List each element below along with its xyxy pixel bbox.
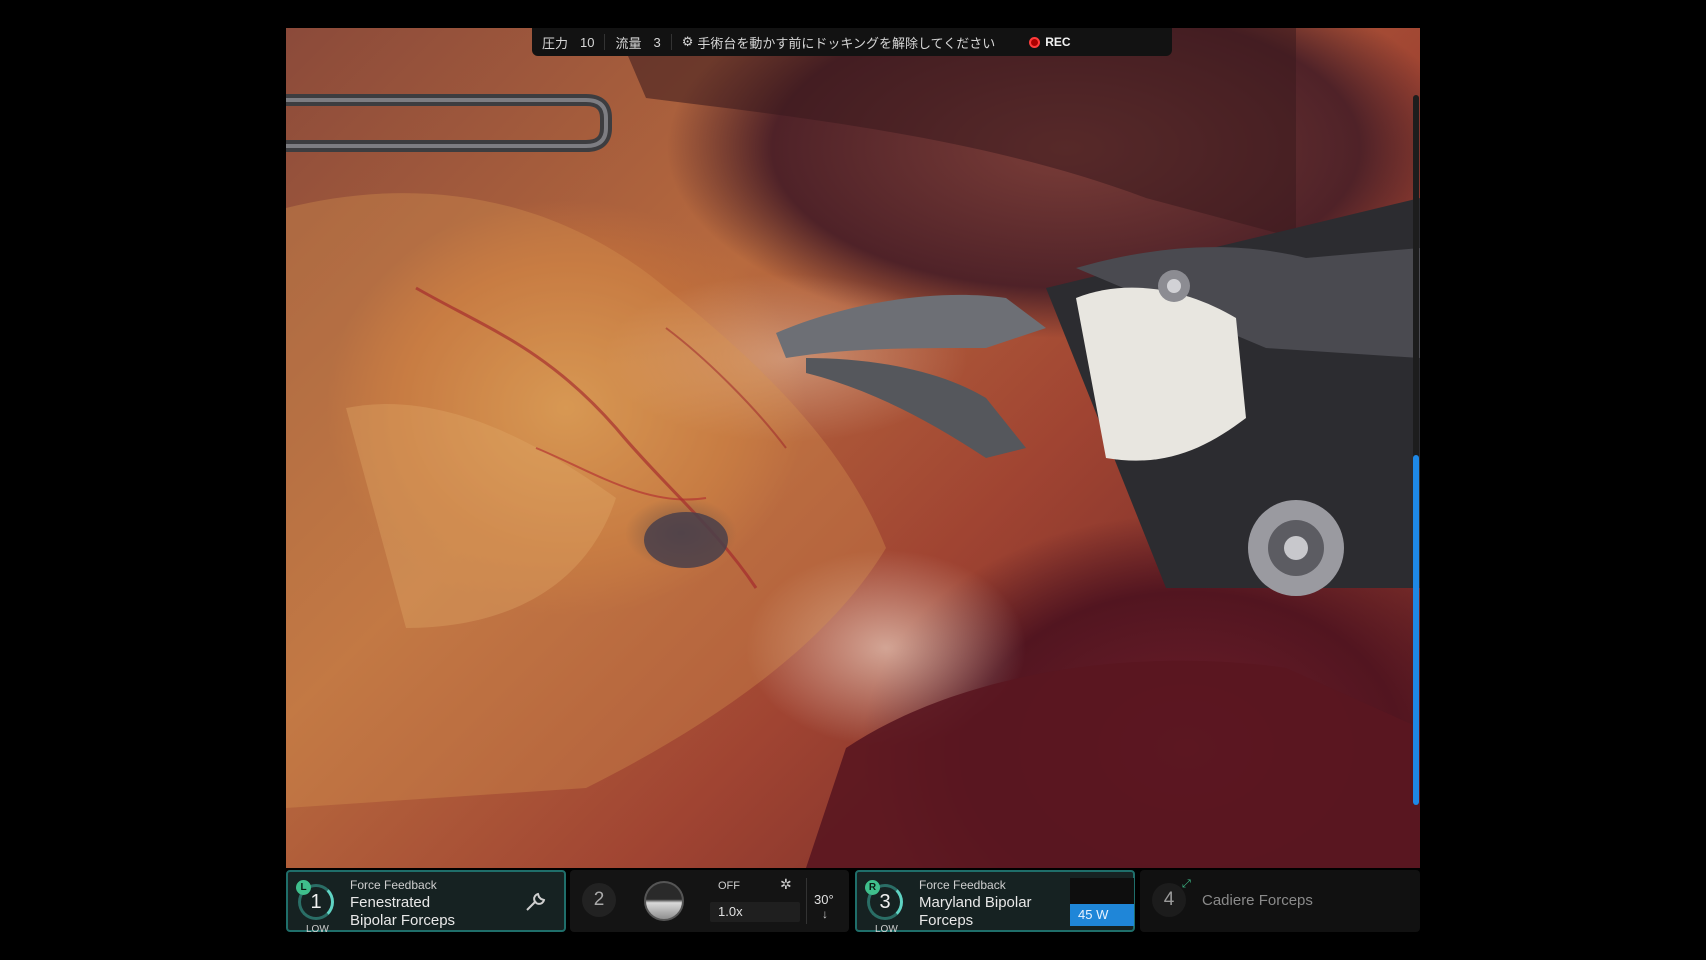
energy-indicator <box>1070 878 1134 904</box>
pressure-value: 10 <box>580 34 595 50</box>
table-icon: ⚙ <box>681 34 694 49</box>
tool-name-line-2: Forceps <box>919 912 974 929</box>
record-icon <box>1029 36 1041 48</box>
arm-number: 3 <box>879 891 891 913</box>
tool-name-line-1: Maryland Bipolar <box>919 894 1032 911</box>
camera-orientation-dial[interactable] <box>644 881 684 921</box>
light-status[interactable]: OFF <box>718 880 740 892</box>
link-icon: ⤢ <box>1182 878 1191 890</box>
endoscope-video-feed <box>286 28 1420 868</box>
camera-arm-2-panel[interactable]: 2 OFF ✲ 1.0x 30° ↓ <box>570 870 849 932</box>
arm-1-badge: L 1 LOW <box>296 880 340 935</box>
arm-3-badge: R 3 LOW <box>865 880 909 935</box>
force-feedback-label: Force Feedback <box>919 878 1006 892</box>
camera-arm-number: 2 <box>582 883 616 917</box>
camera-controls: OFF ✲ 1.0x <box>710 876 802 926</box>
flow-label: 流量 <box>615 35 642 51</box>
status-bar: 圧力 10 流量 3 ⚙ 手術台を動かす前にドッキングを解除してください REC <box>532 28 1172 56</box>
warning-text: 手術台を動かす前にドッキングを解除してください <box>697 35 996 51</box>
scope-direction: ↓ <box>822 907 828 921</box>
force-feedback-label: Force Feedback <box>350 878 437 892</box>
tool-name: Maryland Bipolar Forceps <box>919 894 1032 930</box>
force-level: LOW <box>875 924 898 935</box>
insufflation-pressure: 圧力 10 <box>532 28 604 56</box>
arm-number: 4 <box>1152 883 1186 917</box>
tool-name-line-2: Bipolar Forceps <box>350 912 456 929</box>
rec-label: REC <box>1045 35 1071 49</box>
instrument-arm-3-panel[interactable]: R 3 LOW Force Feedback Maryland Bipolar … <box>855 870 1135 935</box>
scope-angle: 30° <box>814 892 834 907</box>
gear-icon[interactable]: ✲ <box>780 876 792 893</box>
wrench-icon[interactable] <box>524 890 548 920</box>
force-level: LOW <box>306 924 329 935</box>
divider <box>806 878 807 924</box>
energy-power-badge[interactable]: 45 W <box>1070 904 1134 926</box>
instrument-arm-4-panel[interactable]: 4 ⤢ Cadiere Forceps <box>1140 870 1420 932</box>
instrument-arm-1-panel[interactable]: L 1 LOW Force Feedback Fenestrated Bipol… <box>286 870 566 935</box>
tool-name: Cadiere Forceps <box>1202 892 1313 909</box>
arm-number: 1 <box>310 891 322 913</box>
flow-value: 3 <box>653 34 661 50</box>
pressure-label: 圧力 <box>542 35 569 51</box>
scroll-thumb[interactable] <box>1413 455 1419 805</box>
insufflation-flow: 流量 3 <box>605 28 670 56</box>
warning-message: ⚙ 手術台を動かす前にドッキングを解除してください <box>672 28 1006 56</box>
tool-name-line-1: Fenestrated <box>350 894 431 911</box>
zoom-level[interactable]: 1.0x <box>710 902 800 922</box>
recording-indicator: REC <box>1019 28 1080 56</box>
scroll-track[interactable] <box>1413 95 1419 805</box>
tool-name: Fenestrated Bipolar Forceps <box>350 894 455 930</box>
surgical-scene <box>286 28 1420 868</box>
